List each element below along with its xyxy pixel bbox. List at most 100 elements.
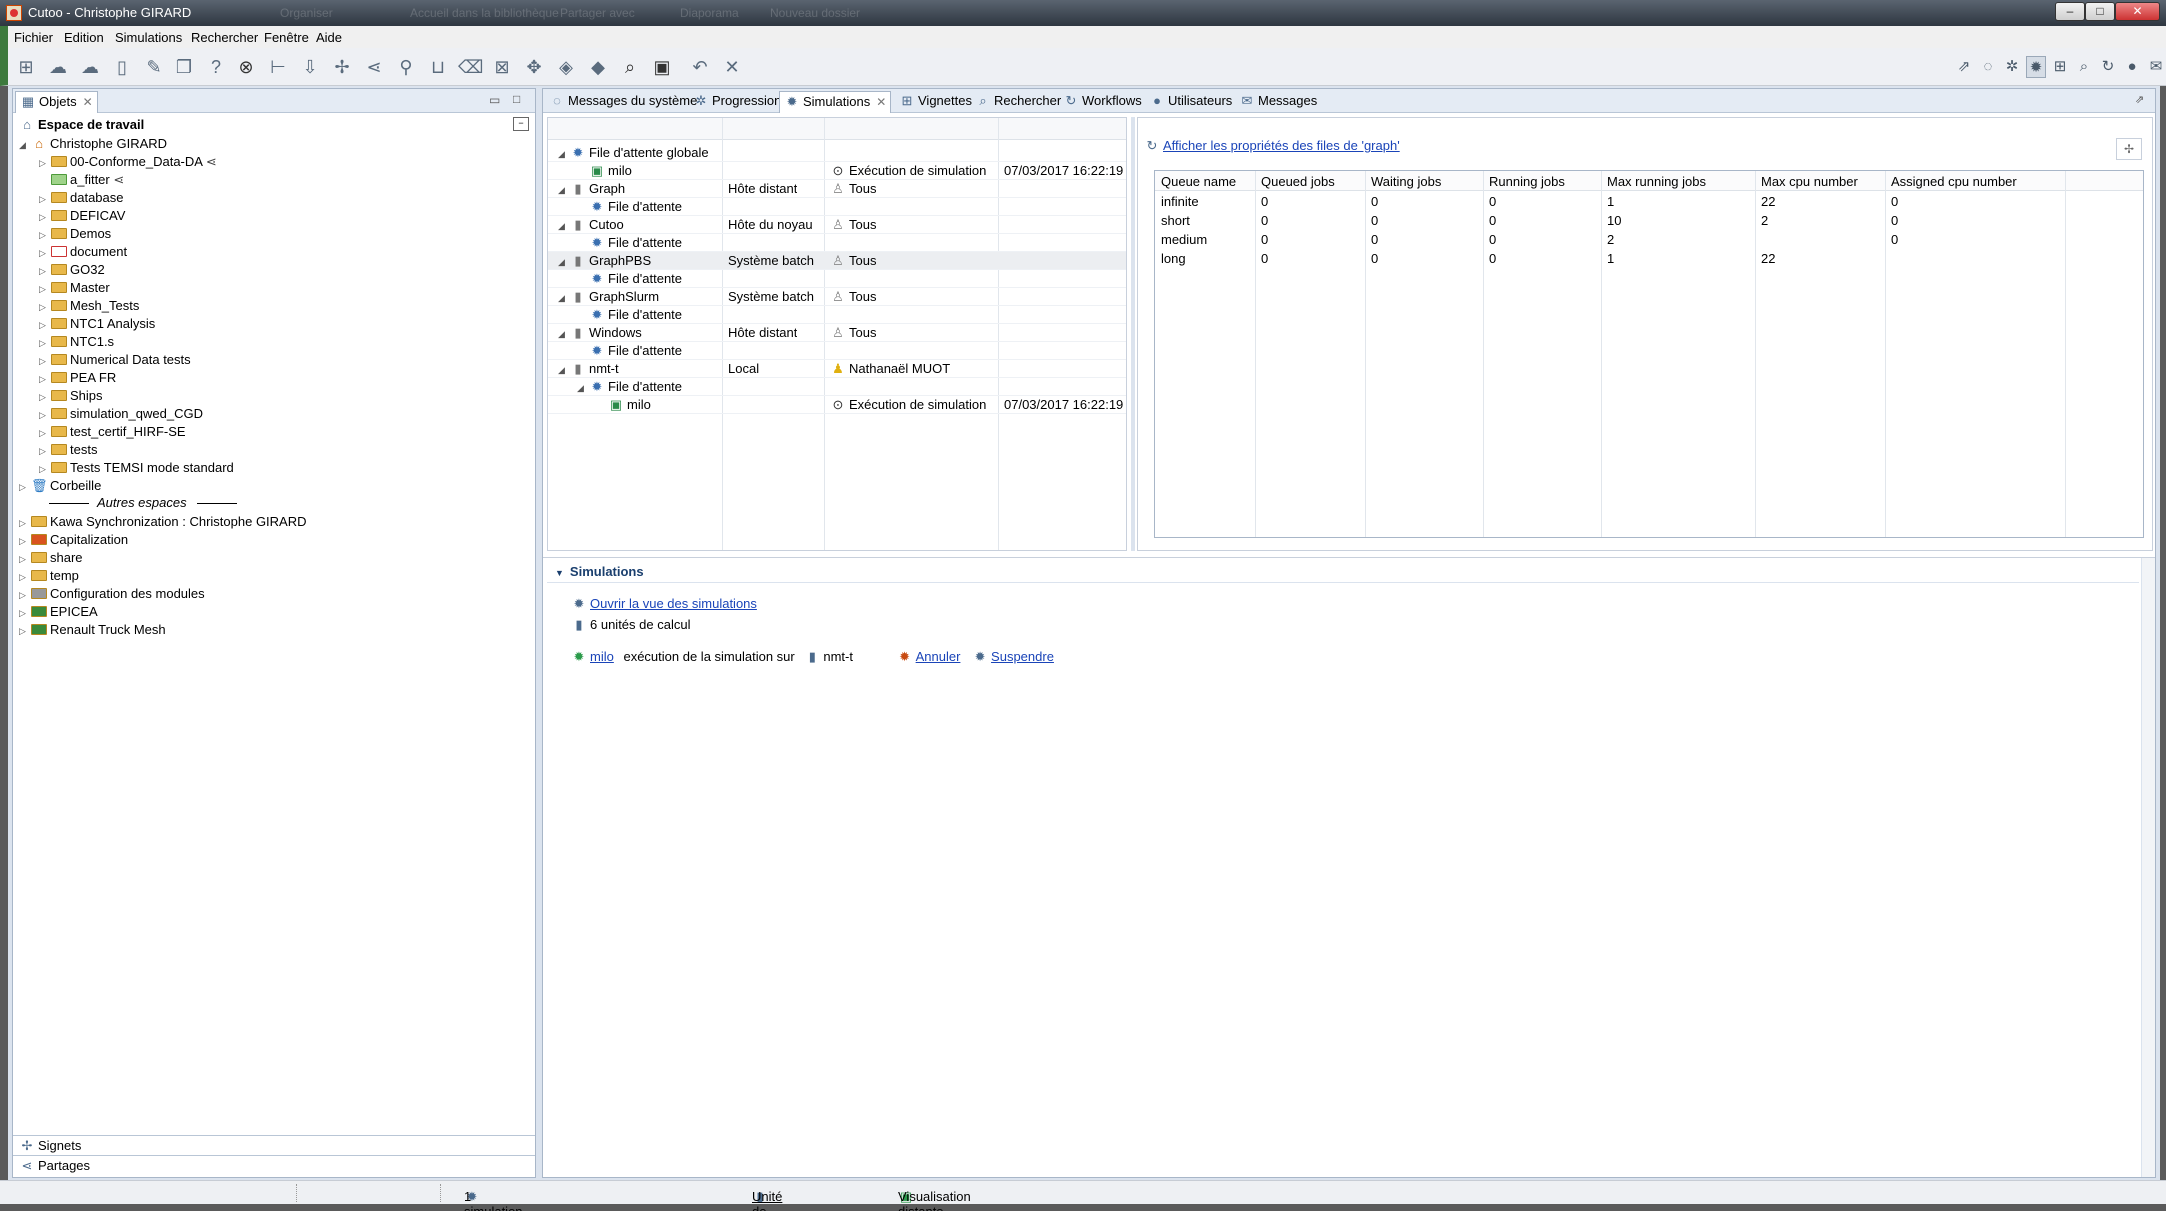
other-space-item[interactable]: ▷ Capitalization xyxy=(19,531,128,549)
maximize-view-icon[interactable]: □ xyxy=(513,92,520,106)
other-space-item[interactable]: ▷ share xyxy=(19,549,83,567)
menu-fichier[interactable]: Fichier xyxy=(14,30,53,45)
sash[interactable] xyxy=(1131,117,1135,551)
simulation-link[interactable]: milo xyxy=(590,649,614,664)
trash-icon[interactable]: ⌫ xyxy=(458,56,483,78)
other-space-item[interactable]: ▷ Kawa Synchronization : Christophe GIRAR… xyxy=(19,513,307,531)
restore-view-icon[interactable]: ⇗ xyxy=(2135,93,2144,106)
tree-item[interactable]: ▷ 00-Conforme_Data-DA ⋖ xyxy=(39,153,217,171)
menu-aide[interactable]: Aide xyxy=(316,30,342,45)
perspective-grid-icon[interactable]: ⊞ xyxy=(2050,56,2070,78)
cube-icon[interactable]: ▣ xyxy=(650,56,674,78)
tab-workflows[interactable]: ↻ Workflows xyxy=(1059,91,1146,113)
queue-column-header[interactable]: Max cpu number xyxy=(1761,172,1858,191)
close-icon[interactable]: ✕ xyxy=(876,95,886,109)
tree-root[interactable]: ◢ ⌂ Christophe GIRARD xyxy=(19,135,167,153)
tab-rechercher[interactable]: ⌕ Rechercher xyxy=(971,91,1065,113)
bucket-icon[interactable]: ⊔ xyxy=(426,56,450,78)
tree-item[interactable]: ▷ tests xyxy=(39,441,97,459)
queue-column-header[interactable]: Max running jobs xyxy=(1607,172,1706,191)
tree-item[interactable]: ▷ document xyxy=(39,243,127,261)
close-window-button[interactable]: ✕ xyxy=(2115,2,2160,21)
menu-rechercher[interactable]: Rechercher xyxy=(191,30,258,45)
tab-utilisateurs[interactable]: ● Utilisateurs xyxy=(1145,91,1236,113)
tree-item[interactable]: ▷ NTC1.s xyxy=(39,333,114,351)
tree-item[interactable]: ▷ database xyxy=(39,189,124,207)
undo-icon[interactable]: ↶ xyxy=(688,56,712,78)
perspective-workflow-icon[interactable]: ↻ xyxy=(2098,56,2118,78)
tree-item[interactable]: a_fitter ⋖ xyxy=(39,171,124,189)
hierarchy-icon[interactable]: ⊢ xyxy=(266,56,290,78)
close-icon[interactable]: ✕ xyxy=(83,95,93,109)
tab-signets[interactable]: ✢ Signets xyxy=(19,1137,82,1155)
tab-messages[interactable]: ✉ Messages xyxy=(1235,91,1321,113)
move-icon[interactable]: ✥ xyxy=(522,56,546,78)
new-document-icon[interactable]: ▯ xyxy=(110,56,134,78)
tree-item[interactable]: ▷ DEFICAV xyxy=(39,207,125,225)
perspective-gear-icon[interactable]: ✲ xyxy=(2002,56,2022,78)
perspective-mail-icon[interactable]: ✉ xyxy=(2146,56,2166,78)
tree-item[interactable]: ▷ GO32 xyxy=(39,261,105,279)
import-icon[interactable]: ⇩ xyxy=(298,56,322,78)
tab-objets[interactable]: ▦ Objets ✕ xyxy=(15,91,98,113)
show-properties-link[interactable]: Afficher les propriétés des files de 'gr… xyxy=(1163,138,1400,153)
queue-column-header[interactable]: Queued jobs xyxy=(1261,172,1335,191)
tree-item[interactable]: ▷ PEA FR xyxy=(39,369,116,387)
summary-header[interactable]: ▼ Simulations xyxy=(555,564,644,579)
pin-view-icon[interactable]: ✢ xyxy=(2116,138,2142,160)
tab-partages[interactable]: ⋖ Partages xyxy=(19,1157,91,1175)
perspective-search-icon[interactable]: ⌕ xyxy=(2074,56,2094,78)
minimize-view-icon[interactable]: ▭ xyxy=(489,93,500,107)
help-icon[interactable]: ? xyxy=(204,56,228,78)
tree-item[interactable]: ▷ NTC1 Analysis xyxy=(39,315,155,333)
perspective-chat-icon[interactable]: ◌ xyxy=(1978,56,1998,78)
location-icon[interactable]: ⚲ xyxy=(394,56,418,78)
tree-item-trash[interactable]: ▷ 🗑 Corbeille xyxy=(19,477,101,495)
minimize-button[interactable]: – xyxy=(2055,2,2085,21)
tree-item[interactable]: ▷ Demos xyxy=(39,225,111,243)
queue-column-header[interactable]: Queue name xyxy=(1161,172,1236,191)
other-space-item[interactable]: ▷ Configuration des modules xyxy=(19,585,205,603)
maximize-button[interactable]: □ xyxy=(2085,2,2115,21)
copy-icon[interactable]: ❐ xyxy=(172,56,196,78)
tools-icon[interactable]: ✕ xyxy=(720,56,744,78)
cloud-upload-icon[interactable]: ☁ xyxy=(46,56,70,78)
queue-column-header[interactable]: Assigned cpu number xyxy=(1891,172,2017,191)
diamond-arrow-icon[interactable]: ◆ xyxy=(586,56,610,78)
perspective-simulation-icon[interactable]: ✹ xyxy=(2026,56,2046,78)
open-simulations-view-link[interactable]: Ouvrir la vue des simulations xyxy=(590,596,757,611)
search-icon[interactable]: ⌕ xyxy=(618,56,642,78)
other-space-item[interactable]: ▷ temp xyxy=(19,567,79,585)
other-space-item[interactable]: ▷ Renault Truck Mesh xyxy=(19,621,166,639)
grid-icon[interactable]: ⊞ xyxy=(14,56,38,78)
tree-item[interactable]: ▷ test_certif_HIRF-SE xyxy=(39,423,186,441)
tree-item[interactable]: ▷ Ships xyxy=(39,387,103,405)
queue-column-header[interactable]: Running jobs xyxy=(1489,172,1565,191)
tab-messages-systeme[interactable]: ◌ Messages du système xyxy=(545,91,701,113)
cloud-download-icon[interactable]: ☁ xyxy=(78,56,102,78)
diamond-icon[interactable]: ◈ xyxy=(554,56,578,78)
pin-icon[interactable]: ✢ xyxy=(330,56,354,78)
tab-vignettes[interactable]: ⊞ Vignettes xyxy=(895,91,976,113)
tree-item[interactable]: ▷ Master xyxy=(39,279,110,297)
tree-item[interactable]: ▷ Numerical Data tests xyxy=(39,351,191,369)
perspective-restore-icon[interactable]: ⇗ xyxy=(1954,56,1974,78)
menu-fenetre[interactable]: Fenêtre xyxy=(264,30,309,45)
tree-item[interactable]: ▷ Tests TEMSI mode standard xyxy=(39,459,234,477)
share-icon[interactable]: ⋖ xyxy=(362,56,386,78)
tab-simulations[interactable]: ✹ Simulations ✕ xyxy=(779,91,892,113)
suspend-link[interactable]: Suspendre xyxy=(991,649,1054,664)
collapse-all-icon[interactable]: − xyxy=(513,117,529,131)
vertical-scrollbar[interactable] xyxy=(2141,558,2155,1177)
cancel-circle-icon[interactable]: ⊗ xyxy=(234,56,258,78)
menu-edition[interactable]: Edition xyxy=(64,30,104,45)
delete-icon[interactable]: ⊠ xyxy=(490,56,514,78)
cancel-link[interactable]: Annuler xyxy=(916,649,961,664)
menu-simulations[interactable]: Simulations xyxy=(115,30,182,45)
tree-item[interactable]: ▷ Mesh_Tests xyxy=(39,297,139,315)
queue-column-header[interactable]: Waiting jobs xyxy=(1371,172,1441,191)
tree-item[interactable]: ▷ simulation_qwed_CGD xyxy=(39,405,203,423)
tab-progression[interactable]: ✲ Progression xyxy=(689,91,785,113)
edit-pencil-icon[interactable]: ✎ xyxy=(142,56,166,78)
perspective-user-icon[interactable]: ● xyxy=(2122,56,2142,78)
